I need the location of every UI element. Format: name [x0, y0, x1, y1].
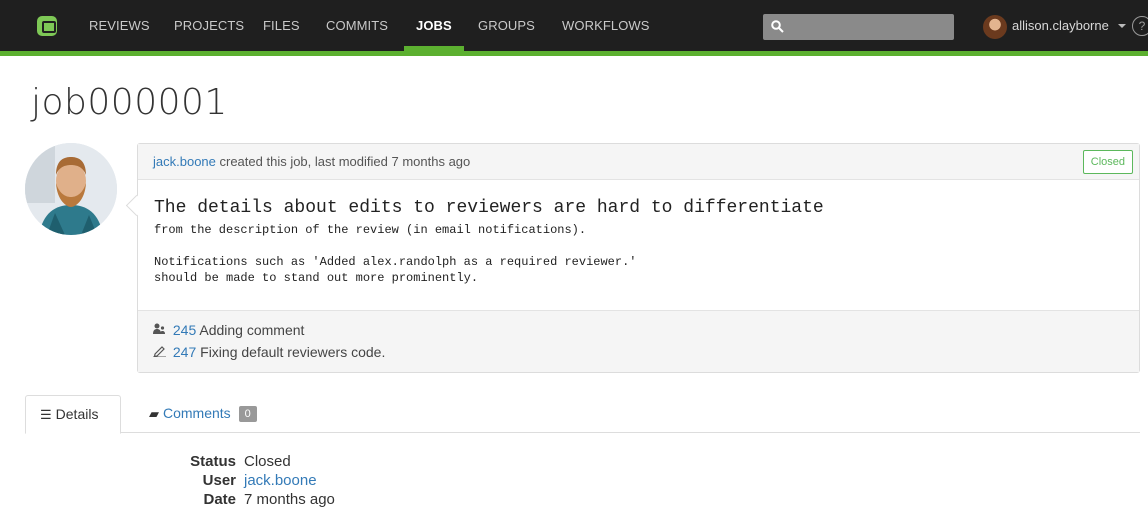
details-list: Status Closed User jack.boone Date 7 months…	[150, 452, 335, 509]
search-icon	[771, 20, 784, 33]
job-panel: jack.boone created this job, last modifi…	[137, 143, 1140, 373]
tab-details[interactable]: ☰ Details	[25, 395, 121, 434]
description-line: should be made to stand out more promine…	[154, 271, 479, 285]
author-link[interactable]: jack.boone	[153, 154, 216, 169]
change-link[interactable]: 247	[173, 344, 196, 360]
description-line: from the description of the review (in e…	[154, 223, 587, 237]
detail-value: 7 months ago	[244, 491, 335, 508]
pencil-icon	[153, 342, 169, 364]
help-icon[interactable]: ?	[1132, 16, 1148, 36]
tab-bar: ☰ Details ▰ Comments 0	[25, 395, 1140, 434]
detail-label: User	[202, 472, 236, 489]
job-links: 245 Adding comment 247 Fixing default re…	[138, 310, 1139, 372]
user-menu-name[interactable]: allison.clayborne	[1012, 18, 1109, 33]
status-badge: Closed	[1082, 150, 1133, 174]
linked-review-row: 245 Adding comment	[153, 319, 1139, 341]
nav-commits[interactable]: COMMITS	[326, 0, 388, 51]
review-text: Adding comment	[199, 322, 305, 338]
review-link[interactable]: 245	[173, 322, 196, 338]
nav-jobs[interactable]: JOBS	[404, 0, 464, 51]
nav-reviews[interactable]: REVIEWS	[89, 0, 150, 51]
nav-projects[interactable]: PROJECTS	[174, 0, 244, 51]
author-avatar[interactable]	[25, 143, 117, 235]
author-photo	[25, 143, 117, 235]
swarm-logo-icon[interactable]	[37, 16, 57, 36]
comments-count-badge: 0	[238, 406, 257, 422]
detail-label: Date	[203, 491, 236, 508]
top-navbar: REVIEWS PROJECTS FILES COMMITS JOBS GROU…	[0, 0, 1148, 56]
tab-comments[interactable]: ▰ Comments 0	[135, 395, 271, 433]
change-text: Fixing default reviewers code.	[200, 344, 386, 360]
search-input[interactable]	[763, 14, 954, 40]
job-header: jack.boone created this job, last modifi…	[138, 144, 1139, 180]
nav-groups[interactable]: GROUPS	[478, 0, 535, 51]
detail-row-status: Status Closed	[150, 452, 335, 471]
created-text: created this job, last modified 7 months…	[215, 154, 471, 169]
linked-change-row: 247 Fixing default reviewers code.	[153, 341, 1139, 363]
detail-value: Closed	[244, 453, 291, 470]
comment-icon: ▰	[149, 406, 159, 421]
user-avatar[interactable]	[983, 15, 1007, 39]
tab-comments-label: Comments	[163, 405, 231, 421]
nav-files[interactable]: FILES	[263, 0, 300, 51]
detail-row-user: User jack.boone	[150, 471, 335, 490]
chevron-down-icon[interactable]	[1118, 24, 1126, 28]
review-icon	[153, 320, 169, 342]
job-description: The details about edits to reviewers are…	[154, 196, 1124, 286]
page-title: job000001	[31, 82, 228, 123]
detail-label: Status	[190, 453, 236, 470]
description-title: The details about edits to reviewers are…	[154, 198, 824, 218]
user-link[interactable]: jack.boone	[244, 471, 317, 490]
description-line: Notifications such as 'Added alex.randol…	[154, 255, 637, 269]
detail-row-date: Date 7 months ago	[150, 490, 335, 509]
list-icon: ☰	[40, 407, 52, 422]
tab-details-label: Details	[55, 406, 99, 422]
nav-workflows[interactable]: WORKFLOWS	[562, 0, 650, 51]
